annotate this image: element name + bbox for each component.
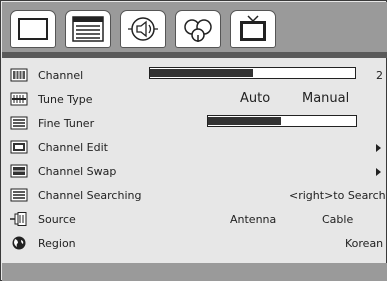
fine-tuner-icon xyxy=(10,116,28,130)
menu-list: Channel 2 Tune Type Auto Manual Fine Tun… xyxy=(2,65,387,261)
source-label: Source xyxy=(38,213,76,226)
channel-searching-hint: <right>to Search xyxy=(289,189,386,202)
menu-row-tune-type[interactable]: Tune Type Auto Manual xyxy=(2,89,387,113)
source-option-antenna[interactable]: Antenna xyxy=(230,213,276,226)
tune-type-label: Tune Type xyxy=(38,93,93,106)
channel-swap-label: Channel Swap xyxy=(38,165,117,178)
tab-picture[interactable] xyxy=(10,10,56,48)
region-value: Korean xyxy=(345,237,384,250)
channel-edit-label: Channel Edit xyxy=(38,141,108,154)
tab-bar xyxy=(2,2,387,52)
picture-icon xyxy=(18,18,48,40)
tv-menu-window: Channel 2 Tune Type Auto Manual Fine Tun… xyxy=(0,0,387,281)
bottom-bar xyxy=(2,263,387,281)
tab-setup[interactable] xyxy=(175,10,221,48)
channel-swap-icon xyxy=(10,164,28,178)
channel-value: 2 xyxy=(376,69,383,82)
tab-channel[interactable] xyxy=(65,10,111,48)
channel-edit-icon xyxy=(10,140,28,154)
channel-list-icon xyxy=(72,16,104,42)
menu-row-channel-searching[interactable]: Channel Searching <right>to Search xyxy=(2,185,387,209)
tab-tv[interactable] xyxy=(230,10,276,48)
menu-row-channel-swap[interactable]: Channel Swap xyxy=(2,161,387,185)
fine-tuner-slider[interactable] xyxy=(207,115,357,127)
menu-row-channel[interactable]: Channel 2 xyxy=(2,65,387,89)
menu-row-region[interactable]: Region Korean xyxy=(2,233,387,257)
channel-edit-arrow-icon xyxy=(376,144,381,152)
tab-separator xyxy=(2,52,387,58)
tune-type-option-auto[interactable]: Auto xyxy=(240,91,270,106)
channel-searching-label: Channel Searching xyxy=(38,189,142,202)
menu-row-source[interactable]: Source Antenna Cable xyxy=(2,209,387,233)
tv-icon xyxy=(240,15,266,41)
tab-sound[interactable] xyxy=(120,10,166,48)
region-label: Region xyxy=(38,237,76,250)
channel-swap-arrow-icon xyxy=(376,168,381,176)
menu-row-channel-edit[interactable]: Channel Edit xyxy=(2,137,387,161)
channel-searching-icon xyxy=(10,188,28,202)
source-icon xyxy=(10,212,27,226)
source-option-cable[interactable]: Cable xyxy=(322,213,353,226)
channel-slider-fill xyxy=(150,69,253,77)
tune-type-option-manual[interactable]: Manual xyxy=(302,91,349,106)
fine-tuner-slider-fill xyxy=(208,117,281,125)
fine-tuner-label: Fine Tuner xyxy=(38,117,95,130)
tune-type-icon xyxy=(10,92,28,106)
channel-label: Channel xyxy=(38,69,84,82)
menu-row-fine-tuner[interactable]: Fine Tuner xyxy=(2,113,387,137)
channel-slider[interactable] xyxy=(149,67,356,79)
channel-icon xyxy=(10,68,28,82)
setup-icon xyxy=(184,19,212,42)
globe-icon xyxy=(12,236,26,250)
sound-icon xyxy=(128,17,158,41)
